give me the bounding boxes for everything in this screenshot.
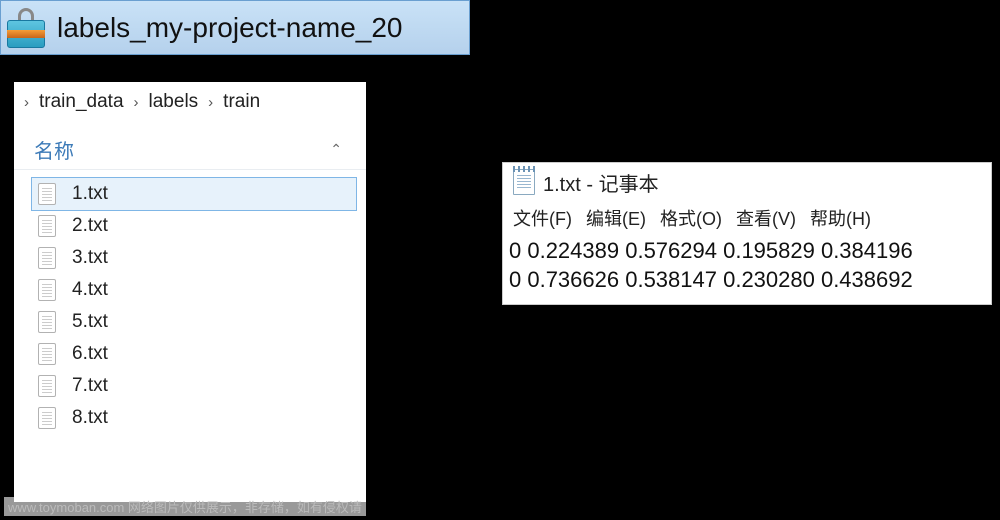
breadcrumb[interactable]: › train_data › labels › train	[14, 82, 366, 122]
text-file-icon	[38, 407, 56, 429]
content-line: 0 0.224389 0.576294 0.195829 0.384196	[509, 237, 983, 266]
text-file-icon	[38, 183, 56, 205]
content-line: 0 0.736626 0.538147 0.230280 0.438692	[509, 266, 983, 295]
file-name: 2.txt	[72, 215, 108, 237]
file-name: 5.txt	[72, 311, 108, 333]
menu-help[interactable]: 帮助(H)	[810, 205, 871, 231]
text-file-icon	[38, 343, 56, 365]
notepad-menubar: 文件(F) 编辑(E) 格式(O) 查看(V) 帮助(H)	[503, 201, 991, 237]
chevron-right-icon: ›	[24, 94, 29, 111]
file-row[interactable]: 8.txt	[32, 402, 356, 434]
file-name: 3.txt	[72, 247, 108, 269]
notepad-title: 1.txt - 记事本	[543, 168, 659, 197]
file-name: 1.txt	[72, 183, 108, 205]
archive-icon	[7, 8, 45, 48]
file-row[interactable]: 4.txt	[32, 274, 356, 306]
text-file-icon	[38, 215, 56, 237]
breadcrumb-item[interactable]: labels	[143, 87, 205, 117]
menu-edit[interactable]: 编辑(E)	[586, 205, 646, 231]
column-label: 名称	[34, 135, 74, 164]
menu-file[interactable]: 文件(F)	[513, 205, 572, 231]
file-name: 6.txt	[72, 343, 108, 365]
text-file-icon	[38, 375, 56, 397]
chevron-right-icon: ›	[208, 94, 213, 111]
text-file-icon	[38, 311, 56, 333]
chevron-right-icon: ›	[134, 94, 139, 111]
file-name: 7.txt	[72, 375, 108, 397]
file-row[interactable]: 6.txt	[32, 338, 356, 370]
notepad-icon	[513, 169, 535, 195]
archive-title: labels_my-project-name_20	[57, 12, 403, 44]
file-list: 1.txt 2.txt 3.txt 4.txt 5.txt 6.txt 7.tx…	[14, 170, 366, 434]
sort-arrow-icon: ⌃	[330, 141, 342, 158]
archive-titlebar: labels_my-project-name_20	[0, 0, 470, 55]
column-header-name[interactable]: 名称 ⌃	[14, 130, 366, 170]
file-row[interactable]: 1.txt	[32, 178, 356, 210]
menu-format[interactable]: 格式(O)	[660, 205, 722, 231]
file-row[interactable]: 2.txt	[32, 210, 356, 242]
watermark: www.toymoban.com 网络图片仅供展示，非存储，如有侵权请	[4, 497, 366, 516]
notepad-titlebar[interactable]: 1.txt - 记事本	[503, 163, 991, 201]
file-name: 4.txt	[72, 279, 108, 301]
text-file-icon	[38, 279, 56, 301]
file-explorer: › train_data › labels › train 名称 ⌃ 1.txt…	[14, 82, 366, 502]
file-name: 8.txt	[72, 407, 108, 429]
notepad-content[interactable]: 0 0.224389 0.576294 0.195829 0.384196 0 …	[503, 237, 991, 304]
file-row[interactable]: 3.txt	[32, 242, 356, 274]
breadcrumb-item[interactable]: train_data	[33, 87, 130, 117]
menu-view[interactable]: 查看(V)	[736, 205, 796, 231]
notepad-window: 1.txt - 记事本 文件(F) 编辑(E) 格式(O) 查看(V) 帮助(H…	[502, 162, 992, 305]
text-file-icon	[38, 247, 56, 269]
breadcrumb-item[interactable]: train	[217, 87, 266, 117]
file-row[interactable]: 5.txt	[32, 306, 356, 338]
file-row[interactable]: 7.txt	[32, 370, 356, 402]
